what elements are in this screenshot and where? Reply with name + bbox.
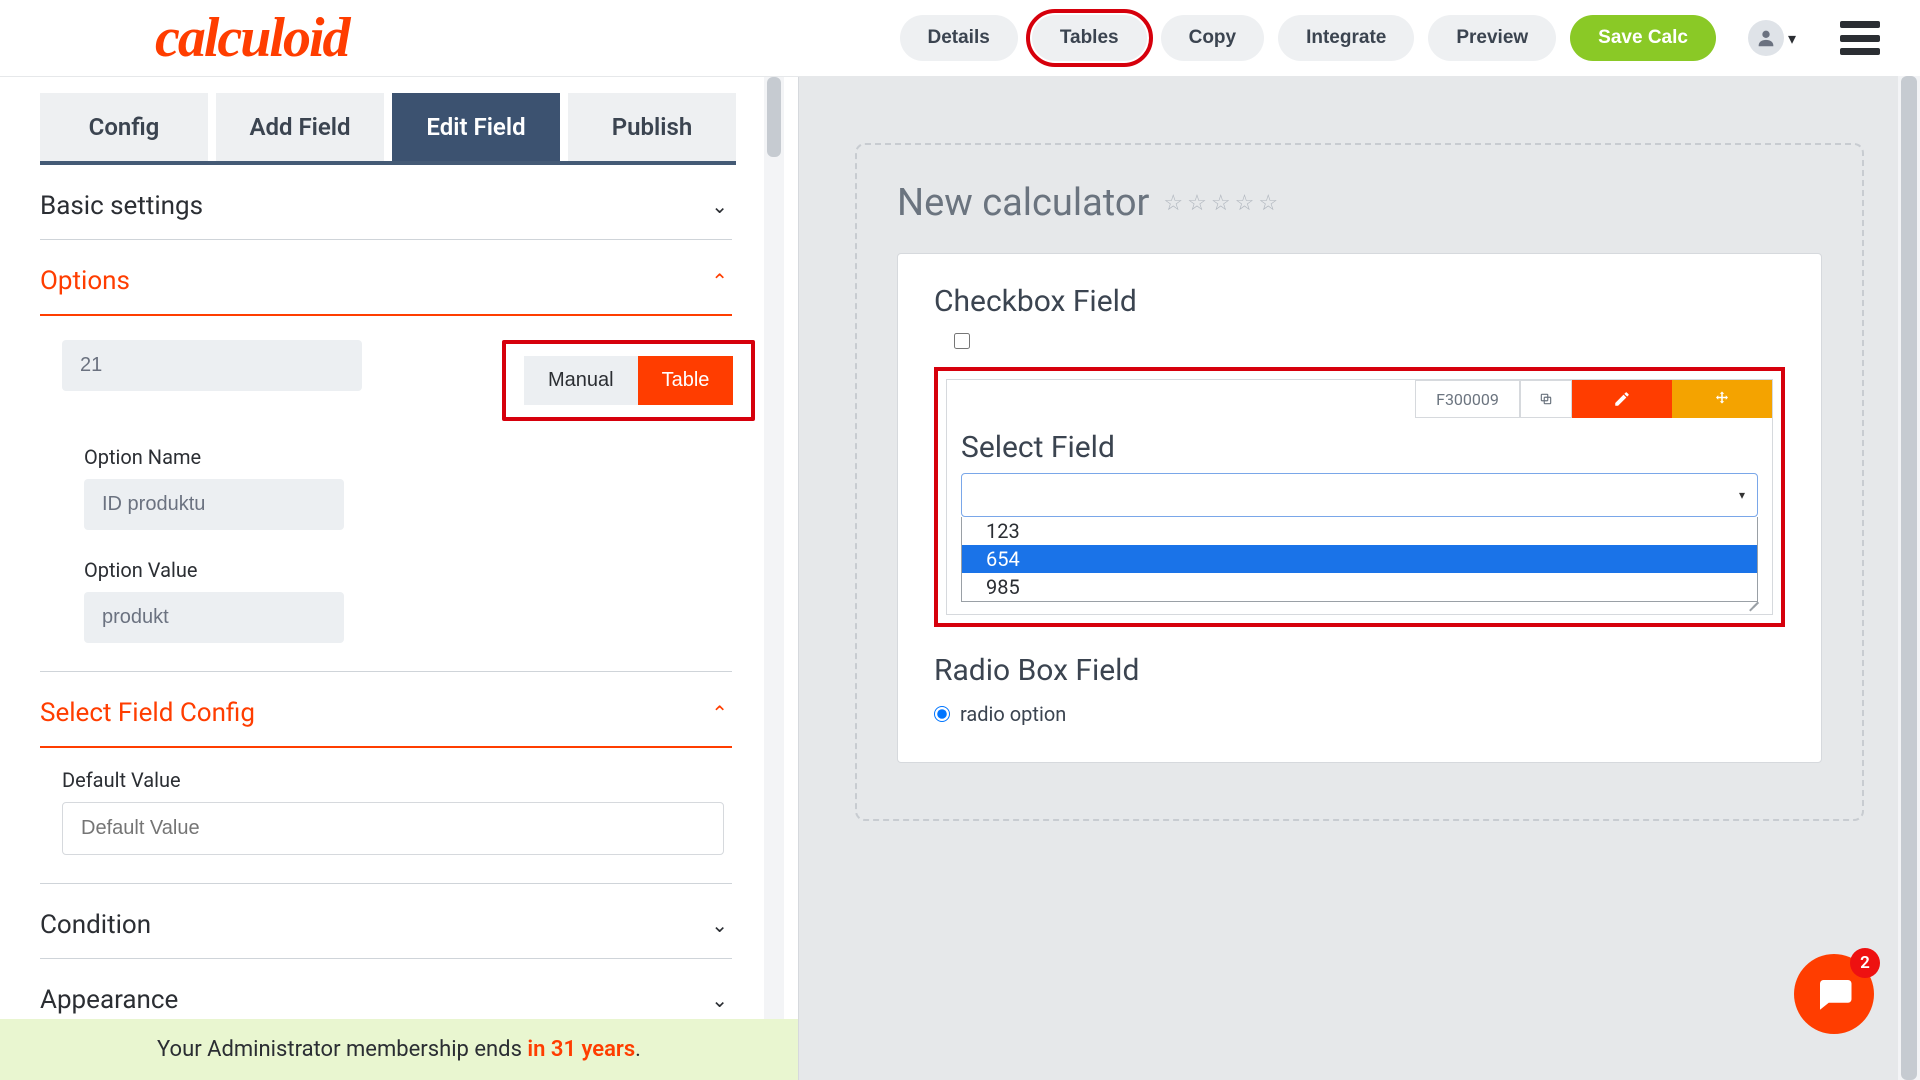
default-value-label: Default Value bbox=[62, 768, 724, 792]
section-condition-label: Condition bbox=[40, 910, 151, 940]
select-field-input[interactable]: ▾ bbox=[961, 473, 1758, 517]
caret-down-icon: ▾ bbox=[1739, 488, 1745, 502]
chat-badge: 2 bbox=[1850, 948, 1880, 978]
caret-down-icon: ▾ bbox=[1788, 29, 1796, 48]
checkbox-field-title: Checkbox Field bbox=[934, 284, 1785, 319]
option-name-input[interactable] bbox=[84, 479, 344, 530]
duplicate-button[interactable] bbox=[1520, 380, 1572, 418]
radio-option-row[interactable]: radio option bbox=[934, 702, 1785, 726]
main-split: Config Add Field Edit Field Publish Basi… bbox=[0, 76, 1920, 1080]
tab-edit-field[interactable]: Edit Field bbox=[392, 93, 560, 161]
resize-handle-icon[interactable] bbox=[1745, 589, 1759, 603]
star-icon: ☆ bbox=[1235, 191, 1255, 216]
radio-option-label: radio option bbox=[960, 702, 1066, 726]
section-options-label: Options bbox=[40, 266, 130, 296]
top-actions: Details Tables Copy Integrate Preview Sa… bbox=[900, 15, 1881, 61]
nav-preview[interactable]: Preview bbox=[1428, 15, 1556, 61]
preview-panel: New calculator ☆ ☆ ☆ ☆ ☆ Checkbox Field … bbox=[798, 77, 1920, 1080]
chevron-up-icon: ⌃ bbox=[711, 269, 728, 293]
select-field-block: F300009 Select Fie bbox=[946, 379, 1773, 615]
checkbox-field-input[interactable] bbox=[954, 333, 970, 349]
dropdown-option[interactable]: 654 bbox=[962, 545, 1757, 573]
tab-config[interactable]: Config bbox=[40, 93, 208, 161]
chevron-up-icon: ⌃ bbox=[711, 701, 728, 725]
section-appearance-label: Appearance bbox=[40, 985, 178, 1015]
tab-add-field[interactable]: Add Field bbox=[216, 93, 384, 161]
notice-emph: in 31 years bbox=[527, 1037, 635, 1062]
section-select-config-label: Select Field Config bbox=[40, 698, 255, 728]
section-basic-settings: Basic settings ⌄ bbox=[40, 165, 732, 240]
star-icon: ☆ bbox=[1258, 191, 1278, 216]
section-options: Options ⌃ Manual Table Option Name bbox=[40, 240, 732, 671]
star-icon: ☆ bbox=[1163, 191, 1183, 216]
hamburger-menu-icon[interactable] bbox=[1840, 21, 1880, 55]
section-basic-settings-label: Basic settings bbox=[40, 191, 203, 221]
select-field-highlight: F300009 Select Fie bbox=[934, 367, 1785, 627]
notice-post: . bbox=[635, 1037, 641, 1062]
toggle-manual[interactable]: Manual bbox=[524, 356, 638, 405]
nav-tables[interactable]: Tables bbox=[1032, 15, 1147, 61]
calculator-canvas: New calculator ☆ ☆ ☆ ☆ ☆ Checkbox Field … bbox=[855, 143, 1864, 821]
nav-save[interactable]: Save Calc bbox=[1570, 15, 1716, 61]
calculator-title: New calculator bbox=[897, 181, 1149, 225]
option-count-input[interactable] bbox=[62, 340, 362, 391]
section-basic-settings-toggle[interactable]: Basic settings ⌄ bbox=[40, 165, 732, 239]
section-options-toggle[interactable]: Options ⌃ bbox=[40, 240, 732, 316]
star-icon: ☆ bbox=[1211, 191, 1231, 216]
tab-publish[interactable]: Publish bbox=[568, 93, 736, 161]
chevron-down-icon: ⌄ bbox=[711, 913, 728, 937]
fields-card: Checkbox Field F300009 bbox=[897, 253, 1822, 763]
option-value-input[interactable] bbox=[84, 592, 344, 643]
chat-fab[interactable]: 2 bbox=[1794, 954, 1874, 1034]
pencil-icon bbox=[1613, 390, 1631, 408]
left-panel: Config Add Field Edit Field Publish Basi… bbox=[0, 77, 798, 1080]
section-options-body: Manual Table Option Name Option Value bbox=[40, 316, 732, 671]
user-menu[interactable]: ▾ bbox=[1748, 20, 1796, 56]
page-scrollbar[interactable] bbox=[1898, 76, 1920, 1080]
chat-icon bbox=[1813, 973, 1855, 1015]
section-condition-toggle[interactable]: Condition ⌄ bbox=[40, 884, 732, 958]
notice-pre: Your Administrator membership ends bbox=[157, 1037, 527, 1062]
copy-icon bbox=[1539, 390, 1553, 408]
dropdown-option[interactable]: 985 bbox=[962, 573, 1757, 601]
brand-logo[interactable]: calculoid bbox=[155, 10, 349, 66]
scrollbar-thumb[interactable] bbox=[1901, 76, 1917, 1080]
option-value-label: Option Value bbox=[84, 558, 732, 582]
radio-input[interactable] bbox=[934, 706, 950, 722]
option-name-label: Option Name bbox=[84, 445, 732, 469]
radio-field-title: Radio Box Field bbox=[934, 653, 1785, 688]
nav-details[interactable]: Details bbox=[900, 15, 1018, 61]
section-select-config-toggle[interactable]: Select Field Config ⌃ bbox=[40, 672, 732, 748]
edit-field-button[interactable] bbox=[1572, 380, 1672, 418]
section-select-config: Select Field Config ⌃ Default Value bbox=[40, 671, 732, 884]
select-dropdown: 123 654 985 bbox=[961, 517, 1758, 602]
toggle-table[interactable]: Table bbox=[638, 356, 734, 405]
avatar-icon bbox=[1748, 20, 1784, 56]
section-select-config-body: Default Value bbox=[40, 748, 732, 883]
field-id-badge: F300009 bbox=[1415, 380, 1520, 418]
chevron-down-icon: ⌄ bbox=[711, 988, 728, 1012]
options-source-toggle: Manual Table bbox=[502, 340, 755, 421]
move-icon bbox=[1713, 390, 1731, 408]
left-panel-scrollbar[interactable] bbox=[764, 77, 784, 1080]
chevron-down-icon: ⌄ bbox=[711, 194, 728, 218]
move-field-button[interactable] bbox=[1672, 380, 1772, 418]
membership-notice: Your Administrator membership ends in 31… bbox=[0, 1019, 798, 1080]
nav-integrate[interactable]: Integrate bbox=[1278, 15, 1414, 61]
nav-copy[interactable]: Copy bbox=[1161, 15, 1265, 61]
section-appearance: Appearance ⌄ bbox=[40, 959, 732, 1019]
calculator-title-row: New calculator ☆ ☆ ☆ ☆ ☆ bbox=[897, 181, 1822, 225]
section-condition: Condition ⌄ bbox=[40, 884, 732, 959]
select-field-title: Select Field bbox=[961, 430, 1758, 465]
editor-subtabs: Config Add Field Edit Field Publish bbox=[40, 93, 736, 165]
field-toolbar: F300009 bbox=[1415, 380, 1772, 418]
star-icon: ☆ bbox=[1187, 191, 1207, 216]
dropdown-option[interactable]: 123 bbox=[962, 517, 1757, 545]
top-bar: calculoid Details Tables Copy Integrate … bbox=[0, 0, 1920, 76]
scrollbar-thumb[interactable] bbox=[767, 77, 781, 157]
section-appearance-toggle[interactable]: Appearance ⌄ bbox=[40, 959, 732, 1019]
default-value-input[interactable] bbox=[62, 802, 724, 855]
rating-stars[interactable]: ☆ ☆ ☆ ☆ ☆ bbox=[1163, 191, 1278, 216]
